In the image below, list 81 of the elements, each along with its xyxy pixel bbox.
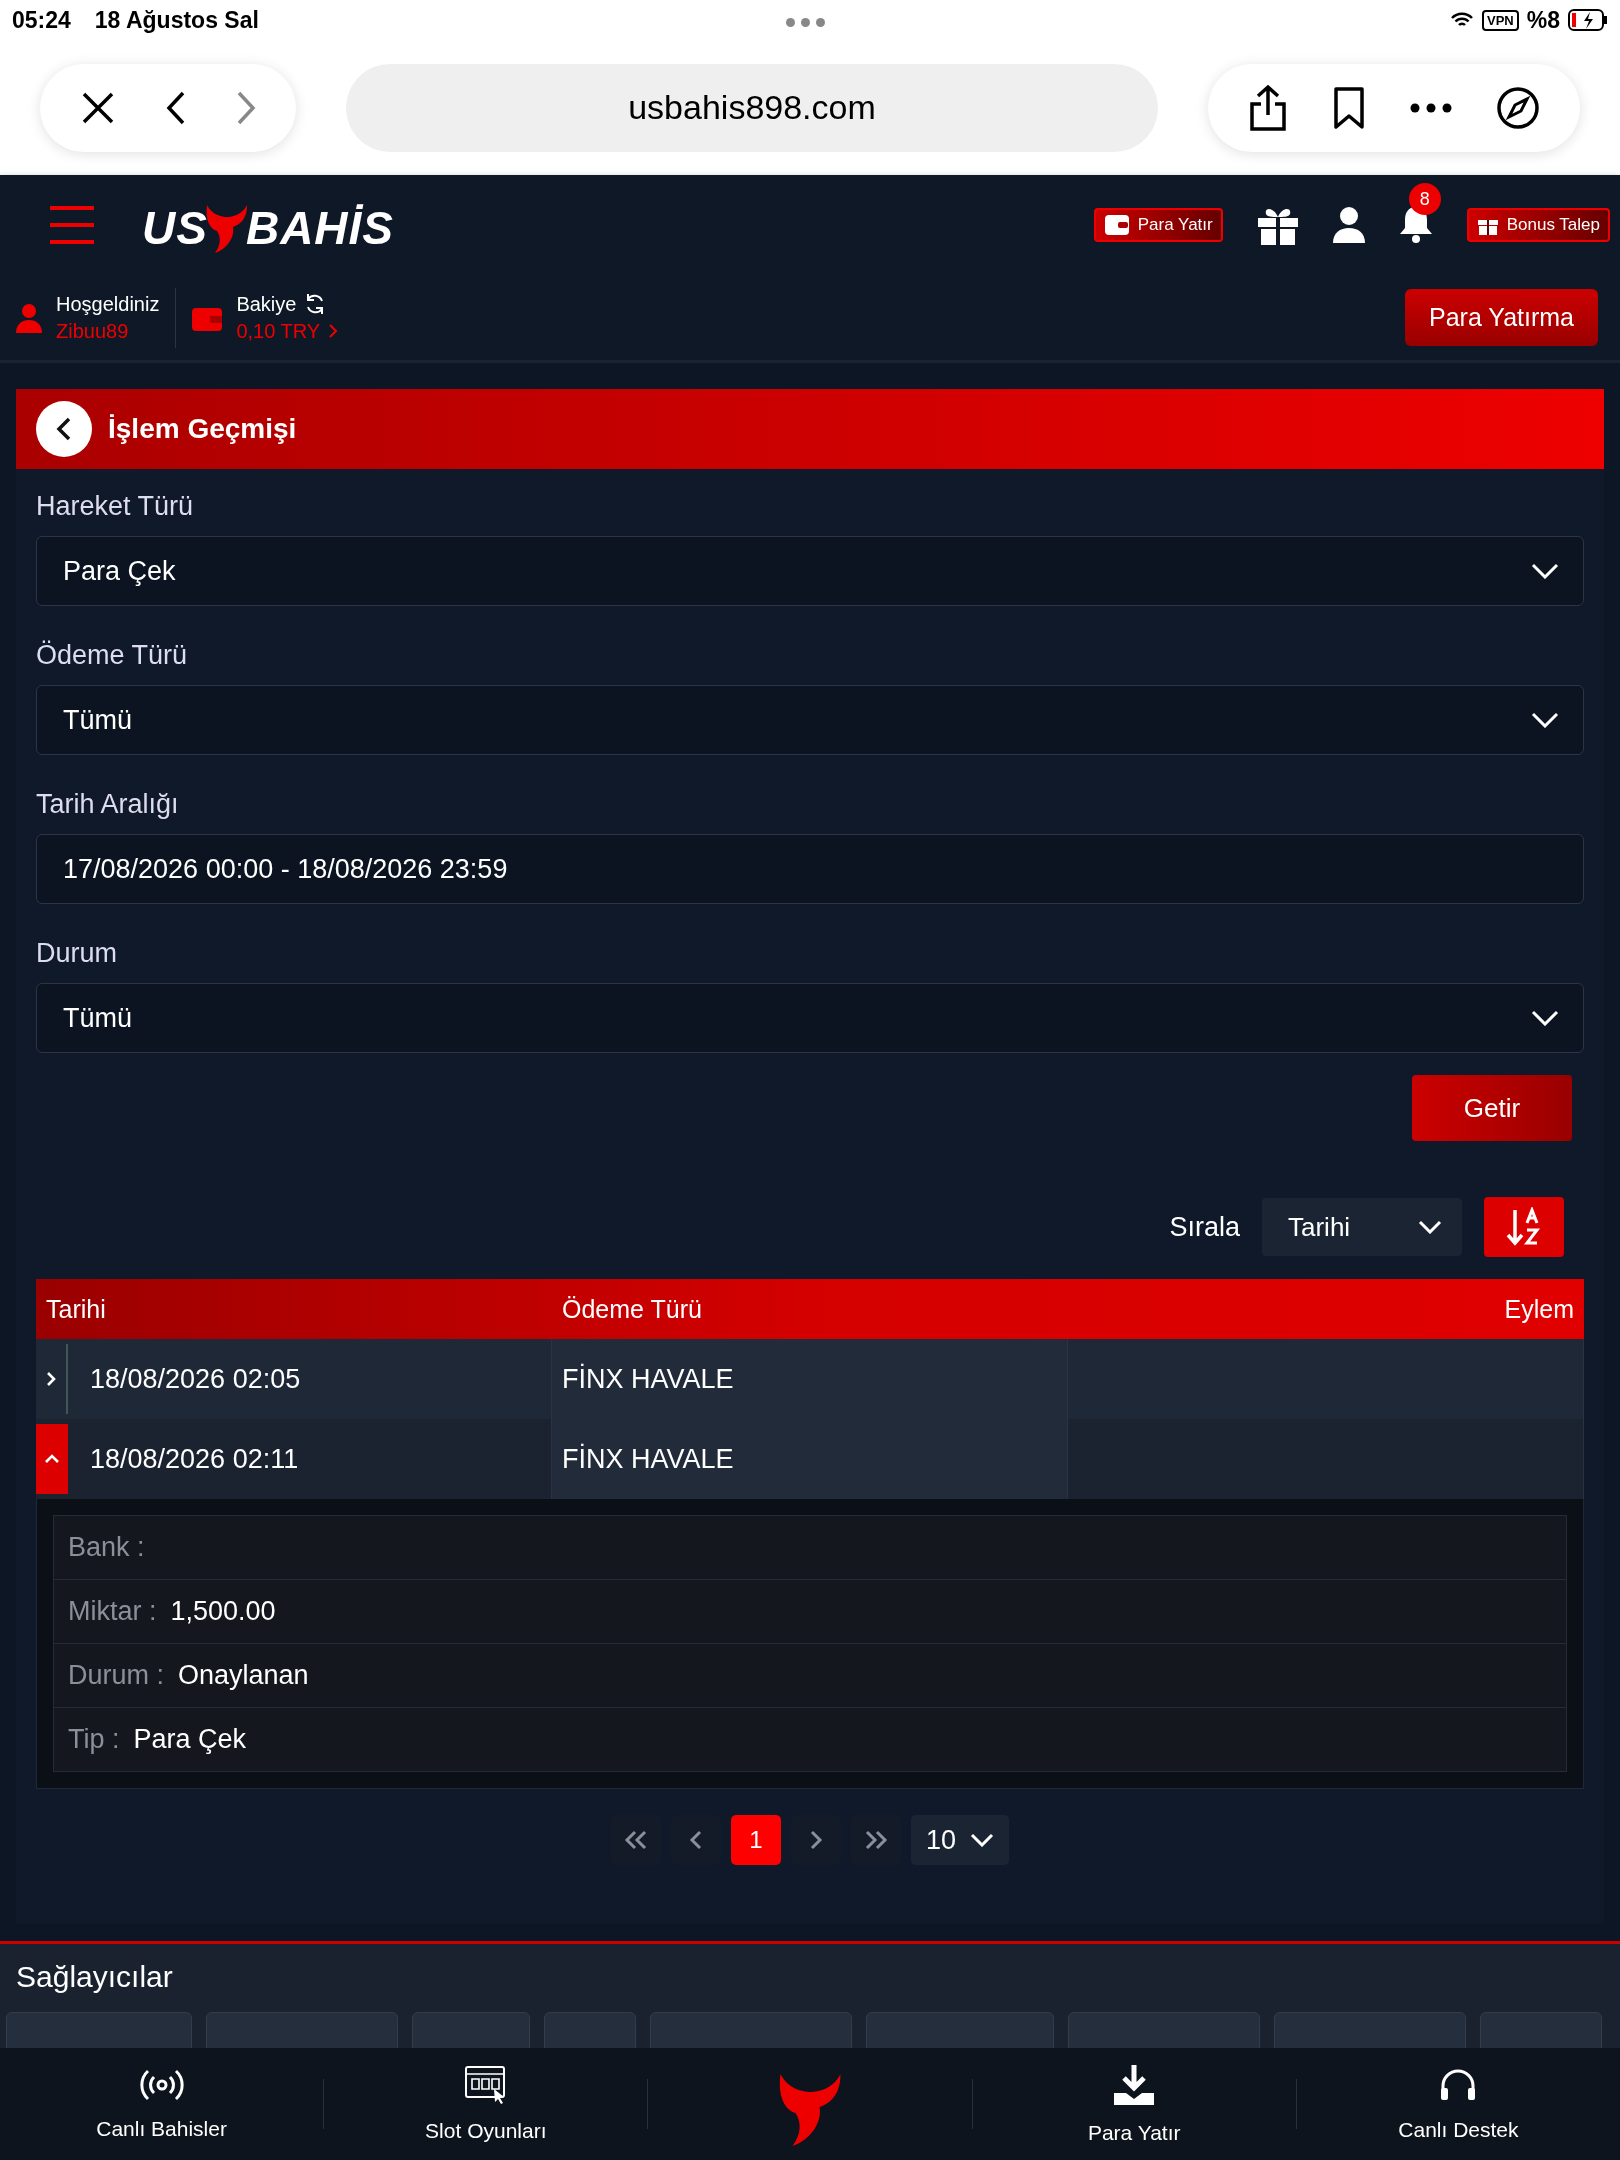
date-range-field[interactable]: 17/08/2026 00:00 - 18/08/2026 23:59 — [36, 834, 1584, 904]
next-page-button[interactable] — [791, 1815, 841, 1865]
more-icon[interactable] — [1410, 102, 1452, 113]
page-button[interactable]: 1 — [731, 1815, 781, 1865]
sort-az-icon — [1506, 1207, 1542, 1247]
slot-machine-icon — [463, 2065, 508, 2105]
detail-value: Para Çek — [133, 1724, 247, 1755]
share-icon[interactable] — [1248, 83, 1288, 132]
column-header: Tarihi — [45, 1293, 107, 1325]
chevron-down-icon — [1531, 1010, 1559, 1026]
deposit-button[interactable]: Para Yatır — [1093, 208, 1223, 242]
select-field[interactable]: Para Çek — [36, 536, 1584, 606]
battery-percent: %8 — [1526, 6, 1560, 34]
balance-label: Bakiye — [236, 292, 297, 316]
more-dots-icon — [786, 18, 825, 27]
sort-order-button[interactable] — [1484, 1197, 1564, 1257]
compass-icon[interactable] — [1496, 85, 1540, 130]
chevron-down-icon — [1531, 712, 1559, 728]
greeting-text: Hoşgeldiniz — [56, 292, 160, 316]
previous-page-button[interactable] — [671, 1815, 721, 1865]
chevron-right-icon — [809, 1830, 823, 1850]
user-icon — [16, 302, 42, 333]
download-icon — [1112, 2063, 1157, 2107]
table-cell: FİNX HAVALE — [562, 1443, 734, 1475]
expand-toggle[interactable] — [36, 1424, 68, 1494]
double-chevron-left-icon — [623, 1830, 649, 1850]
chevron-right-icon[interactable] — [328, 323, 339, 339]
column-header: Eylem — [1503, 1293, 1575, 1325]
field-label: Ödeme Türü — [36, 640, 189, 671]
status-date: 18 Ağustos Sal — [94, 6, 259, 34]
first-page-button[interactable] — [611, 1815, 661, 1865]
detail-label: Miktar : — [68, 1596, 157, 1627]
site-logo[interactable]: US BAHİS — [142, 195, 395, 255]
sort-select[interactable]: Tarihi — [1262, 1198, 1462, 1256]
deposit-button[interactable]: Para Yatırma — [1405, 289, 1598, 346]
chevron-down-icon — [1531, 563, 1559, 579]
menu-icon[interactable] — [50, 205, 94, 245]
detail-value: 1,500.00 — [170, 1596, 276, 1627]
status-time: 05:24 — [12, 6, 71, 34]
field-label: Hareket Türü — [36, 491, 195, 522]
last-page-button[interactable] — [851, 1815, 901, 1865]
page-title: İşlem Geçmişi — [108, 413, 297, 445]
chevron-down-icon — [970, 1833, 994, 1847]
field-label: Tarih Aralığı — [36, 789, 180, 820]
select-field[interactable]: Tümü — [36, 983, 1584, 1053]
bookmark-icon[interactable] — [1332, 85, 1366, 130]
sort-label: Sırala — [1169, 1211, 1240, 1243]
column-header: Ödeme Türü — [561, 1293, 703, 1325]
back-button[interactable] — [36, 401, 92, 457]
detail-label: Bank : — [68, 1532, 145, 1563]
battery-icon — [1568, 9, 1608, 31]
broadcast-icon — [139, 2067, 184, 2103]
balance-amount: 0,10 TRY — [236, 319, 321, 343]
slot-nav-button[interactable]: Slot Oyunları — [324, 2059, 648, 2149]
detail-label: Tip : — [68, 1724, 120, 1755]
fetch-button[interactable]: Getir — [1412, 1075, 1572, 1141]
back-icon — [56, 417, 72, 441]
select-field[interactable]: Tümü — [36, 685, 1584, 755]
table-cell: 18/08/2026 02:11 — [90, 1443, 299, 1475]
address-bar[interactable]: usbahis898.com — [346, 63, 1158, 152]
field-label: Durum — [36, 938, 118, 969]
double-chevron-right-icon — [863, 1830, 889, 1850]
table-cell: FİNX HAVALE — [562, 1363, 734, 1395]
section-title: Sağlayıcılar — [16, 1960, 174, 1994]
detail-label: Durum : — [68, 1660, 165, 1691]
live-nav-button[interactable]: Canlı Bahisler — [0, 2061, 324, 2147]
table-cell: 18/08/2026 02:05 — [90, 1363, 301, 1395]
vpn-badge: VPN — [1482, 9, 1519, 31]
wallet-icon — [1103, 214, 1130, 236]
username: Zibuu89 — [56, 319, 130, 343]
detail-value: Onaylanan — [178, 1660, 309, 1691]
notification-badge: 8 — [1408, 183, 1441, 215]
download-nav-button[interactable]: Para Yatır — [972, 2057, 1296, 2151]
support-nav-button[interactable]: Canlı Destek — [1296, 2060, 1620, 2148]
bonus-request-button[interactable]: Bonus Talep — [1466, 208, 1610, 242]
forward-icon[interactable] — [236, 89, 256, 126]
back-icon[interactable] — [166, 89, 186, 126]
chevron-left-icon — [689, 1830, 703, 1850]
page-size-select[interactable]: 10 — [911, 1815, 1009, 1865]
chevron-down-icon — [1418, 1220, 1442, 1234]
user-icon[interactable] — [1332, 207, 1365, 243]
